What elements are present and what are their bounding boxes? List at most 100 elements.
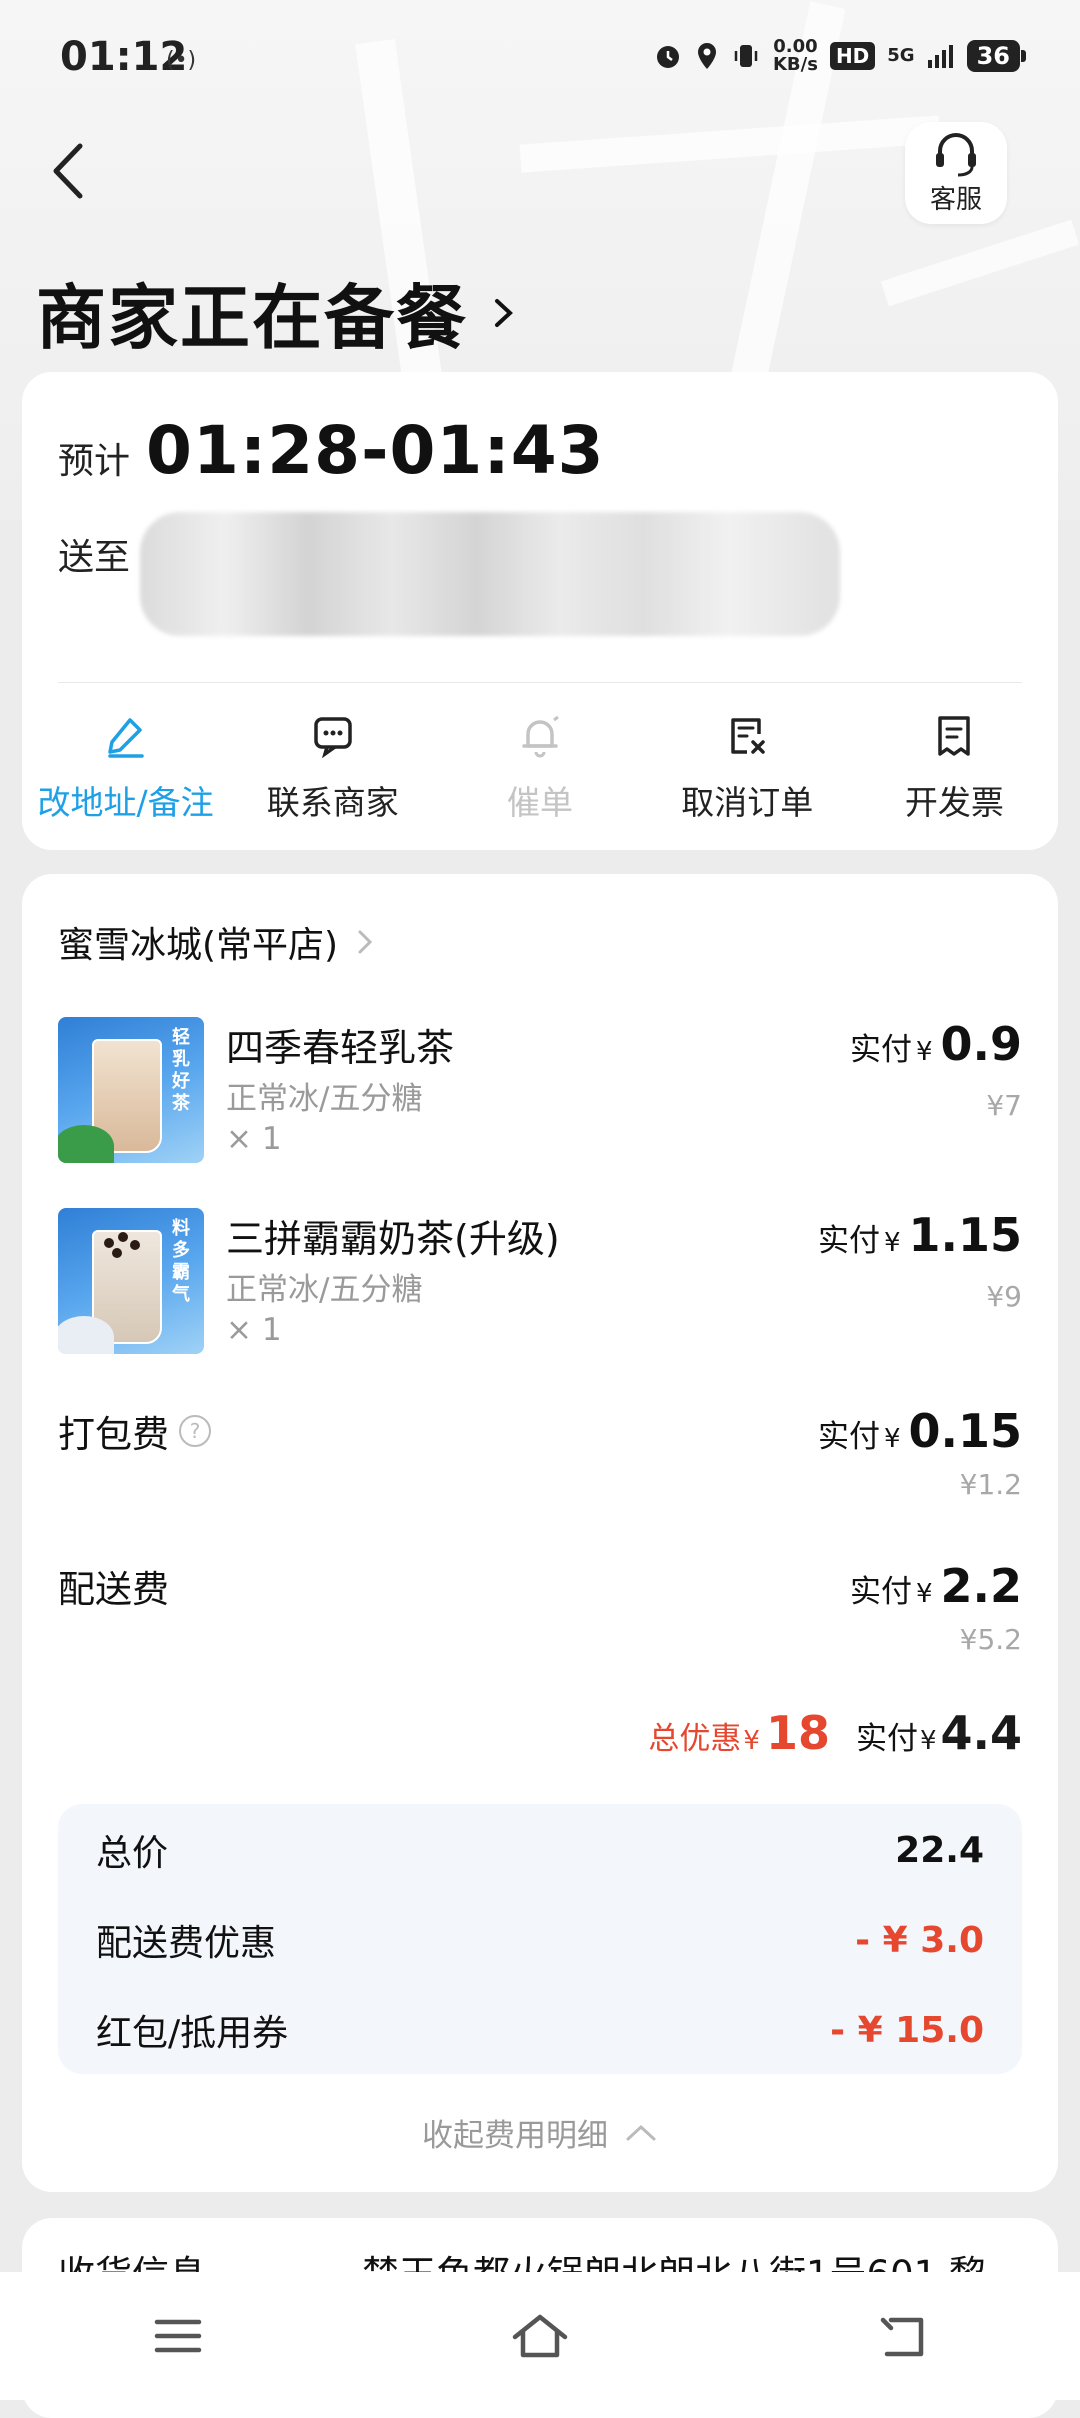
- fee-label: 配送费: [58, 1568, 169, 1611]
- delivery-fee-row: 配送费 实付 ¥ 2.2 ¥5.2: [58, 1559, 1022, 1669]
- shop-link[interactable]: 蜜雪冰城(常平店): [58, 916, 374, 968]
- total-discount-value: 18: [765, 1706, 830, 1760]
- shop-name: 蜜雪冰城(常平店): [58, 925, 339, 966]
- collapse-fee-details-button[interactable]: 收起费用明细: [22, 2110, 1058, 2155]
- delivery-card: 预计 01:28-01:43 送至 改地址/备注 联系商家 催单 取消订单 开发…: [22, 372, 1058, 850]
- currency-symbol: ¥: [743, 1726, 760, 1756]
- product-image-text: 料多霸气: [172, 1218, 190, 1305]
- product-image: 料多霸气: [58, 1208, 204, 1354]
- invoice-button[interactable]: 开发票: [851, 708, 1058, 824]
- original-price: ¥1.2: [959, 1468, 1022, 1501]
- item-name: 三拼霸霸奶茶(升级): [226, 1217, 560, 1261]
- hotspot-icon: (•): [166, 48, 197, 73]
- original-price: ¥9: [986, 1280, 1022, 1313]
- customer-service-label: 客服: [929, 184, 982, 215]
- order-totals: 总优惠 ¥ 18 实付 ¥ 4.4: [648, 1706, 1022, 1760]
- home-icon[interactable]: [509, 2311, 571, 2361]
- paid-label: 实付: [849, 1032, 912, 1068]
- product-image-text: 轻乳好茶: [172, 1027, 190, 1114]
- breakdown-label: 总价: [96, 1833, 169, 1874]
- currency-symbol: ¥: [915, 1037, 933, 1067]
- breakdown-row: 配送费优惠 - ¥ 3.0: [96, 1910, 984, 1970]
- item-name: 四季春轻乳茶: [226, 1026, 455, 1070]
- net-speed: 0.00 KB/s: [773, 38, 818, 74]
- address-redacted: [140, 512, 840, 636]
- eta-row: 预计 01:28-01:43: [58, 412, 605, 489]
- action-label: 改地址/备注: [37, 783, 214, 822]
- fee-paid: 实付 ¥ 0.15: [818, 1404, 1022, 1458]
- paid-label: 实付: [817, 1223, 880, 1259]
- bell-icon: [522, 715, 559, 758]
- order-detail-card: 蜜雪冰城(常平店) 轻乳好茶 四季春轻乳茶 正常冰/五分糖 × 1 实付 ¥ 0…: [22, 874, 1058, 2192]
- paid-label: 实付: [849, 1574, 912, 1610]
- eta-value: 01:28-01:43: [146, 412, 605, 489]
- total-paid-value: 4.4: [940, 1706, 1023, 1760]
- collapse-label: 收起费用明细: [422, 2118, 608, 2154]
- item-quantity: × 1: [226, 1121, 282, 1157]
- customer-service-button[interactable]: 客服: [905, 122, 1007, 224]
- breakdown-value: - ¥ 15.0: [830, 2009, 984, 2051]
- original-price: ¥7: [986, 1089, 1022, 1122]
- order-actions: 改地址/备注 联系商家 催单 取消订单 开发票: [22, 708, 1058, 824]
- page-title: 商家正在备餐: [36, 277, 468, 359]
- action-label: 联系商家: [266, 783, 399, 822]
- total-discount-label: 总优惠: [648, 1721, 742, 1757]
- cancel-order-button[interactable]: 取消订单: [644, 708, 851, 824]
- fee-breakdown: 总价 22.4 配送费优惠 - ¥ 3.0 红包/抵用券 - ¥ 15.0: [58, 1804, 1022, 2074]
- paid-label: 实付: [855, 1721, 918, 1757]
- chat-icon: [314, 717, 352, 758]
- net-speed-unit: KB/s: [772, 54, 818, 75]
- action-label: 催单: [507, 783, 573, 822]
- headset-icon: [936, 132, 976, 176]
- packaging-fee-row: 打包费 ? 实付 ¥ 0.15 ¥1.2: [58, 1404, 1022, 1514]
- fee-label-text: 打包费: [58, 1413, 169, 1456]
- paid-value: 0.15: [908, 1404, 1023, 1458]
- breakdown-label: 红包/抵用券: [96, 2013, 289, 2054]
- chevron-right-icon: [358, 930, 373, 954]
- menu-icon[interactable]: [153, 2316, 203, 2356]
- fee-label: 打包费 ?: [58, 1404, 211, 1458]
- paid-value: 0.9: [940, 1017, 1023, 1071]
- breakdown-row: 红包/抵用券 - ¥ 15.0: [96, 2000, 984, 2060]
- product-image: 轻乳好茶: [58, 1017, 204, 1163]
- fee-paid: 实付 ¥ 2.2: [850, 1559, 1022, 1613]
- cancel-document-icon: [731, 718, 765, 754]
- chevron-up-icon: [626, 2124, 656, 2140]
- signal-icon: [927, 45, 953, 68]
- system-navigation-bar: [0, 2272, 1080, 2400]
- paid-value: 1.15: [908, 1208, 1023, 1262]
- eta-label: 预计: [58, 441, 131, 482]
- item-paid: 实付 ¥ 1.15: [818, 1208, 1022, 1262]
- item-spec: 正常冰/五分糖: [226, 1272, 423, 1308]
- edit-address-button[interactable]: 改地址/备注: [22, 708, 229, 824]
- back-button[interactable]: [36, 136, 106, 206]
- breakdown-value: 22.4: [895, 1829, 984, 1871]
- network-type: 5G: [887, 45, 915, 66]
- order-item[interactable]: 轻乳好茶 四季春轻乳茶 正常冰/五分糖 × 1 实付 ¥ 0.9 ¥7: [58, 1017, 1022, 1167]
- action-label: 开发票: [904, 783, 1004, 822]
- help-icon[interactable]: ?: [179, 1415, 211, 1447]
- order-item[interactable]: 料多霸气 三拼霸霸奶茶(升级) 正常冰/五分糖 × 1 实付 ¥ 1.15 ¥9: [58, 1208, 1022, 1358]
- action-label: 取消订单: [681, 783, 814, 822]
- item-quantity: × 1: [226, 1312, 282, 1348]
- chevron-right-icon: [495, 298, 513, 327]
- item-spec: 正常冰/五分糖: [226, 1081, 423, 1117]
- chevron-left-icon: [53, 143, 83, 199]
- invoice-icon: [938, 716, 971, 756]
- vibrate-icon: [734, 45, 758, 67]
- divider: [58, 682, 1022, 683]
- edit-icon: [107, 718, 144, 758]
- location-icon: [697, 43, 716, 69]
- order-status-title[interactable]: 商家正在备餐: [36, 262, 516, 363]
- back-nav-icon[interactable]: [877, 2314, 927, 2358]
- hd-badge: HD: [829, 42, 876, 70]
- breakdown-label: 配送费优惠: [96, 1923, 277, 1964]
- breakdown-row: 总价 22.4: [96, 1820, 984, 1880]
- breakdown-value: - ¥ 3.0: [855, 1919, 984, 1961]
- currency-symbol: ¥: [919, 1726, 937, 1756]
- contact-merchant-button[interactable]: 联系商家: [229, 708, 436, 824]
- alarm-icon: [656, 46, 679, 68]
- urge-order-button[interactable]: 催单: [436, 708, 643, 824]
- item-paid: 实付 ¥ 0.9: [850, 1017, 1022, 1071]
- currency-symbol: ¥: [883, 1228, 901, 1258]
